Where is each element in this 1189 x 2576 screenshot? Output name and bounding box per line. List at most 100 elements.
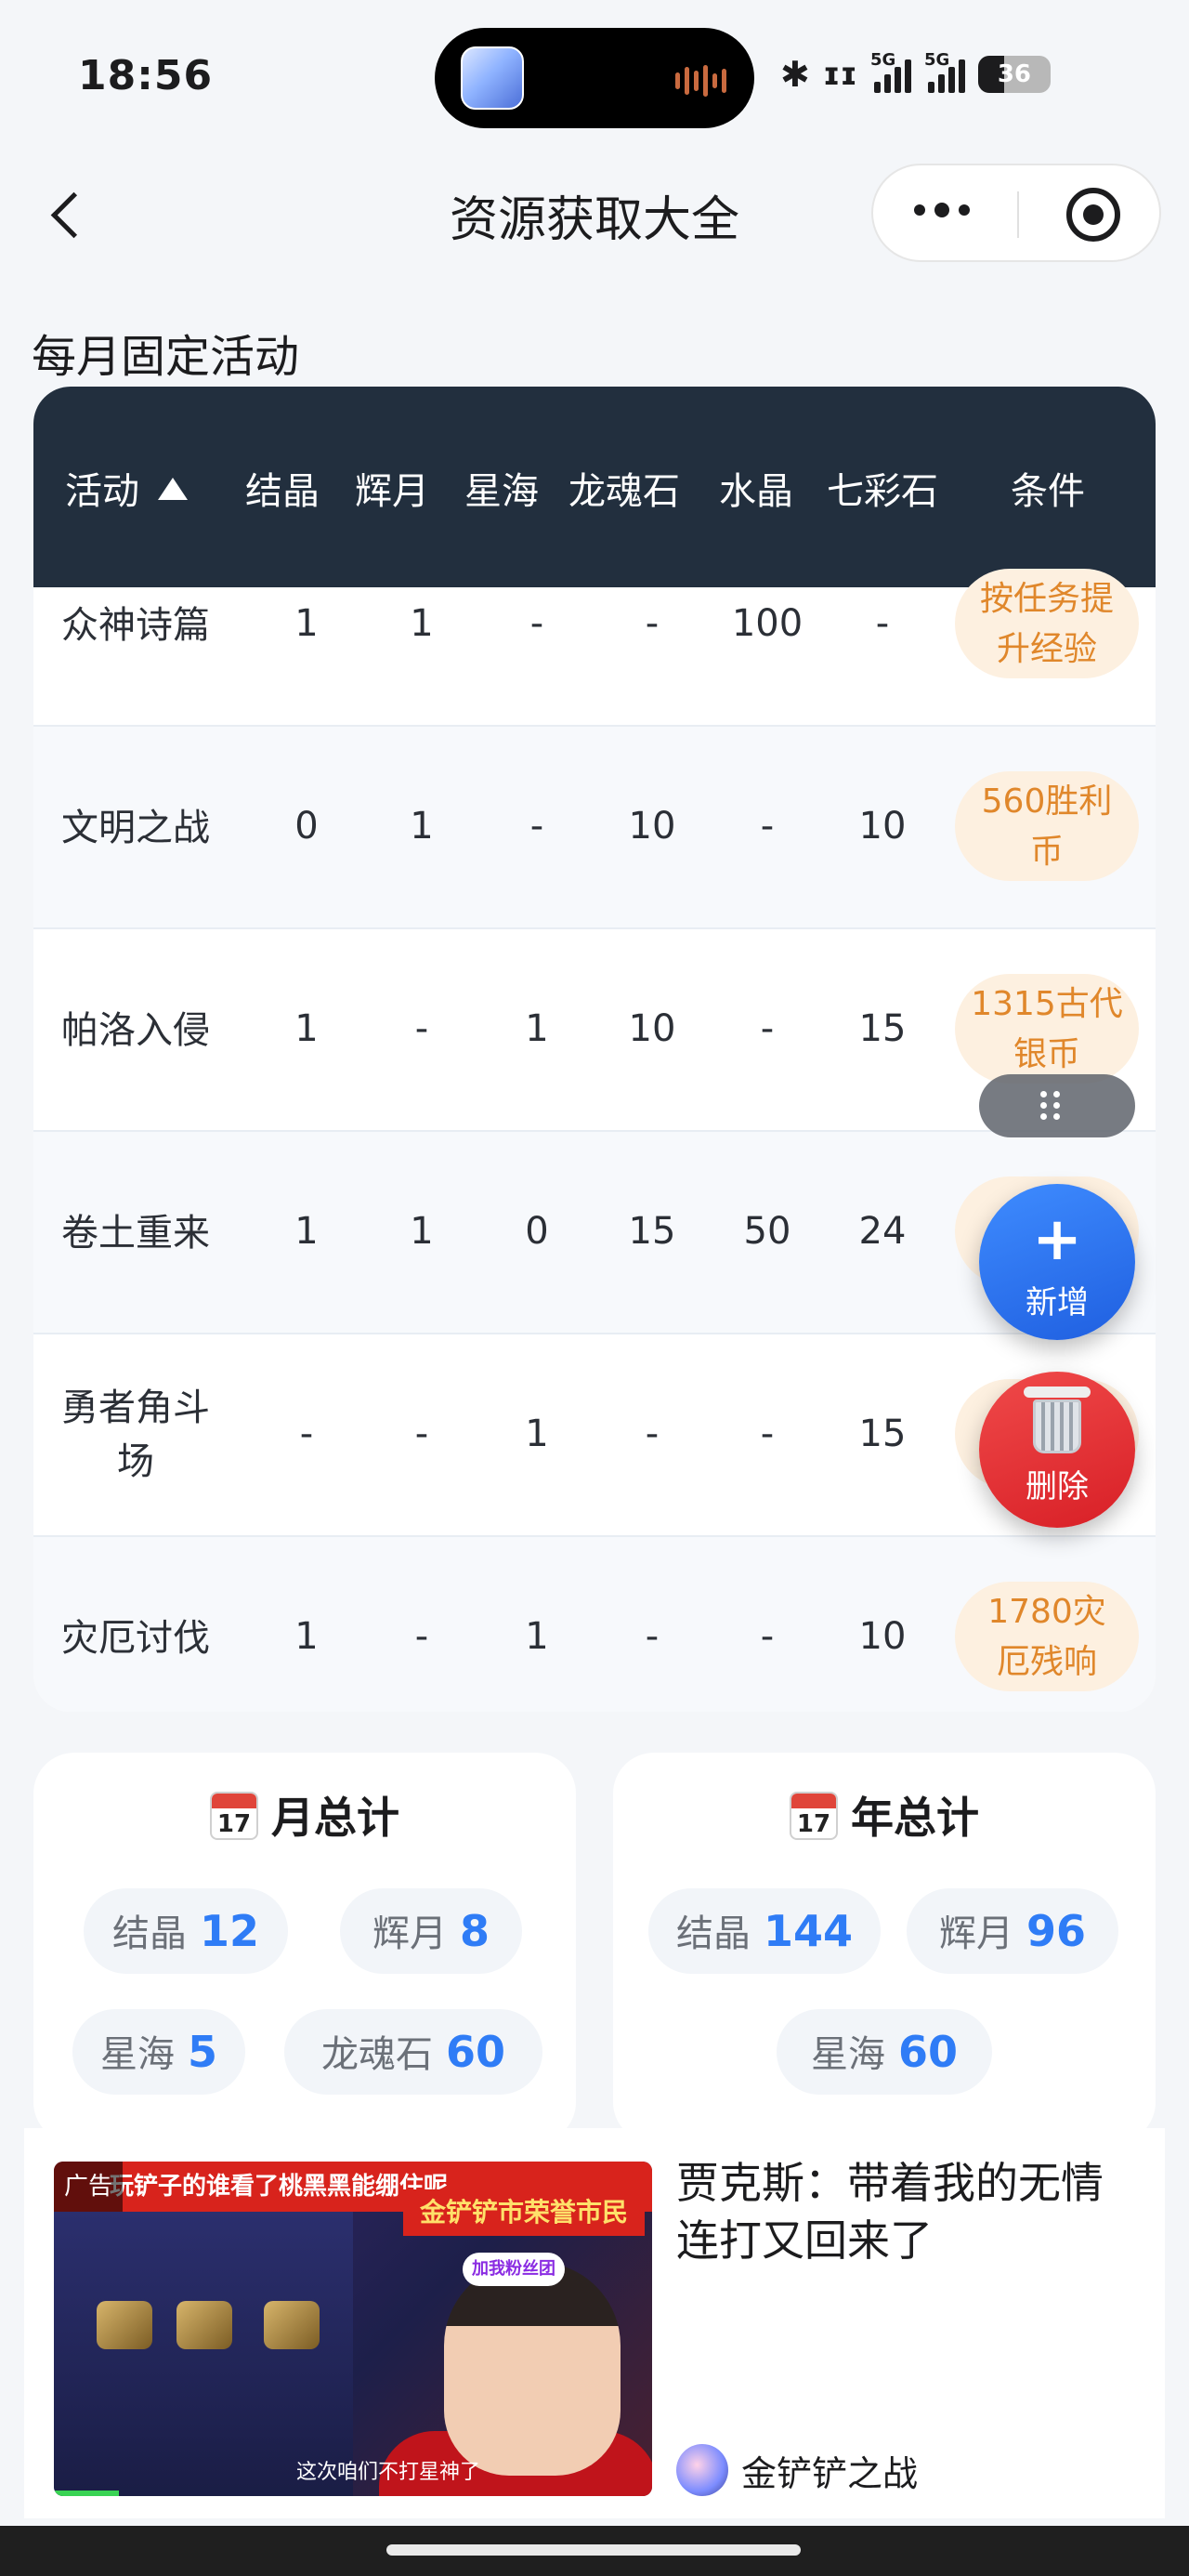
table-row[interactable]: 文明之战 0 1 - 10 - 10 560胜利币 xyxy=(33,727,1156,929)
activity-name: 卷土重来 xyxy=(61,1212,210,1255)
year-total-item: 星海 60 xyxy=(777,2009,992,2095)
header-rainbow-stone: 七彩石 xyxy=(827,470,938,513)
capsule-divider xyxy=(1017,191,1019,238)
header-condition: 条件 xyxy=(1011,470,1085,513)
cell-value: - xyxy=(529,805,544,848)
ad-card[interactable]: 玩铲子的谁看了桃黑黑能绷住呢 广告 金铲铲市荣誉市民 加我粉丝团 这次咱们不打星… xyxy=(24,2128,1165,2518)
battery-icon: 36 xyxy=(977,56,1051,93)
cell-value: 24 xyxy=(858,1210,907,1253)
month-total-item: 辉月 8 xyxy=(340,1888,522,1974)
cell-value: 1 xyxy=(294,1615,319,1658)
rank-emblem-icon xyxy=(264,2301,320,2349)
cell-value: - xyxy=(529,602,544,645)
header-crystal: 结晶 xyxy=(245,470,320,513)
cell-value: 1 xyxy=(525,1615,549,1658)
source-avatar-icon xyxy=(676,2444,728,2496)
plus-icon: + xyxy=(1032,1205,1082,1274)
header-water-crystal: 水晶 xyxy=(719,470,793,513)
status-time: 18:56 xyxy=(78,52,214,99)
cell-value: - xyxy=(760,1007,775,1050)
cell-value: 1 xyxy=(294,602,319,645)
month-total-card: 17 月总计 结晶 12 辉月 8 星海 5 龙魂石 60 xyxy=(33,1753,576,2143)
ad-video-thumbnail[interactable]: 玩铲子的谁看了桃黑黑能绷住呢 广告 金铲铲市荣誉市民 加我粉丝团 这次咱们不打星… xyxy=(54,2162,652,2496)
cell-value: - xyxy=(645,1413,660,1455)
header-dragon-stone: 龙魂石 xyxy=(568,470,680,513)
cell-value: 1 xyxy=(410,805,434,848)
month-total-title: 17 月总计 xyxy=(33,1784,576,1846)
table-row[interactable]: 灾厄讨伐 1 - 1 - - 10 1780灾 厄残响 xyxy=(33,1537,1156,1712)
earbuds-icon: ɪɪ xyxy=(822,56,857,93)
rank-emblem-icon xyxy=(176,2301,232,2349)
ad-tag: 广告 xyxy=(54,2162,123,2212)
close-miniprogram-icon[interactable] xyxy=(1066,188,1120,242)
cell-value: 10 xyxy=(628,1007,676,1050)
calendar-icon: 17 xyxy=(210,1792,258,1840)
game-screen xyxy=(54,2212,353,2496)
condition-badge: 560胜利币 xyxy=(955,771,1139,881)
trash-icon xyxy=(1024,1387,1091,1453)
add-button[interactable]: + 新增 xyxy=(979,1184,1135,1340)
ad-title[interactable]: 贾克斯：带着我的无情连打又回来了 xyxy=(676,2154,1141,2269)
cellular-signal-icon-2: 5G xyxy=(924,50,965,93)
delete-button[interactable]: 删除 xyxy=(979,1372,1135,1528)
ad-source[interactable]: 金铲铲之战 xyxy=(676,2444,918,2496)
sort-asc-icon[interactable] xyxy=(158,478,188,500)
year-total-item: 辉月 96 xyxy=(907,1888,1118,1974)
cell-value: 0 xyxy=(525,1210,549,1253)
activity-name: 文明之战 xyxy=(61,807,210,849)
cell-value: 15 xyxy=(858,1007,907,1050)
rank-emblem-icon xyxy=(97,2301,152,2349)
month-total-item: 结晶 12 xyxy=(84,1888,288,1974)
cell-value: 10 xyxy=(628,805,676,848)
cell-value: 1 xyxy=(410,1210,434,1253)
activity-table: 活动 结晶 辉月 星海 龙魂石 水晶 七彩石 条件 众神诗篇 1 1- -100- 按任… xyxy=(33,387,1156,1712)
cell-value: - xyxy=(414,1007,429,1050)
cell-value: - xyxy=(760,1413,775,1455)
cell-value: - xyxy=(645,1615,660,1658)
year-total-card: 17 年总计 结晶 144 辉月 96 星海 60 xyxy=(613,1753,1156,2143)
activity-name: 灾厄讨伐 xyxy=(61,1617,210,1660)
more-icon[interactable] xyxy=(914,203,970,217)
condition-badge: 1315古代 银币 xyxy=(955,974,1139,1084)
battery-level: 36 xyxy=(997,60,1032,88)
activity-name: 众神诗篇 xyxy=(61,604,210,647)
condition-badge: 按任务提 升经验 xyxy=(955,569,1139,678)
cell-value: 100 xyxy=(731,602,804,645)
delete-button-label: 删除 xyxy=(1026,1468,1089,1505)
cell-value: 1 xyxy=(525,1007,549,1050)
app-icon xyxy=(461,46,524,110)
month-total-item: 星海 5 xyxy=(72,2009,245,2095)
bottom-bar xyxy=(0,2526,1189,2576)
cell-value: 50 xyxy=(743,1210,791,1253)
status-icons: ✱ ɪɪ 5G 5G 36 xyxy=(780,50,1051,95)
header-activity[interactable]: 活动 xyxy=(65,461,223,515)
cellular-signal-icon: 5G xyxy=(870,50,911,93)
cell-value: 1 xyxy=(294,1210,319,1253)
month-total-item: 龙魂石 60 xyxy=(284,2009,542,2095)
ad-source-name: 金铲铲之战 xyxy=(741,2452,919,2494)
cell-value: 1 xyxy=(525,1413,549,1455)
ad-badge-text: 加我粉丝团 xyxy=(463,2253,565,2286)
cell-value: - xyxy=(645,602,660,645)
video-progress-bar xyxy=(54,2491,119,2496)
cell-value: 1 xyxy=(410,602,434,645)
cell-value: - xyxy=(299,1413,314,1455)
dynamic-island xyxy=(435,28,754,128)
ad-sign-text: 金铲铲市荣誉市民 xyxy=(403,2189,645,2236)
ad-subtitle: 这次咱们不打星神了 xyxy=(295,2461,480,2484)
home-indicator[interactable] xyxy=(386,2544,801,2556)
cell-value: 10 xyxy=(858,1615,907,1658)
cell-value: - xyxy=(760,805,775,848)
miniprogram-capsule xyxy=(871,164,1161,262)
drag-handle[interactable] xyxy=(979,1074,1135,1137)
bluetooth-icon: ✱ xyxy=(780,54,810,95)
year-total-title: 17 年总计 xyxy=(613,1784,1156,1846)
calendar-icon: 17 xyxy=(790,1792,838,1840)
audio-wave-icon xyxy=(675,65,726,97)
table-row[interactable]: 众神诗篇 1 1 - - 100 - 按任务提 升经验 xyxy=(33,524,1156,727)
cell-value: - xyxy=(414,1615,429,1658)
nav-bar: 资源获取大全 xyxy=(0,149,1189,279)
cell-value: 15 xyxy=(628,1210,676,1253)
cell-value: 1 xyxy=(294,1007,319,1050)
cell-value: - xyxy=(414,1413,429,1455)
